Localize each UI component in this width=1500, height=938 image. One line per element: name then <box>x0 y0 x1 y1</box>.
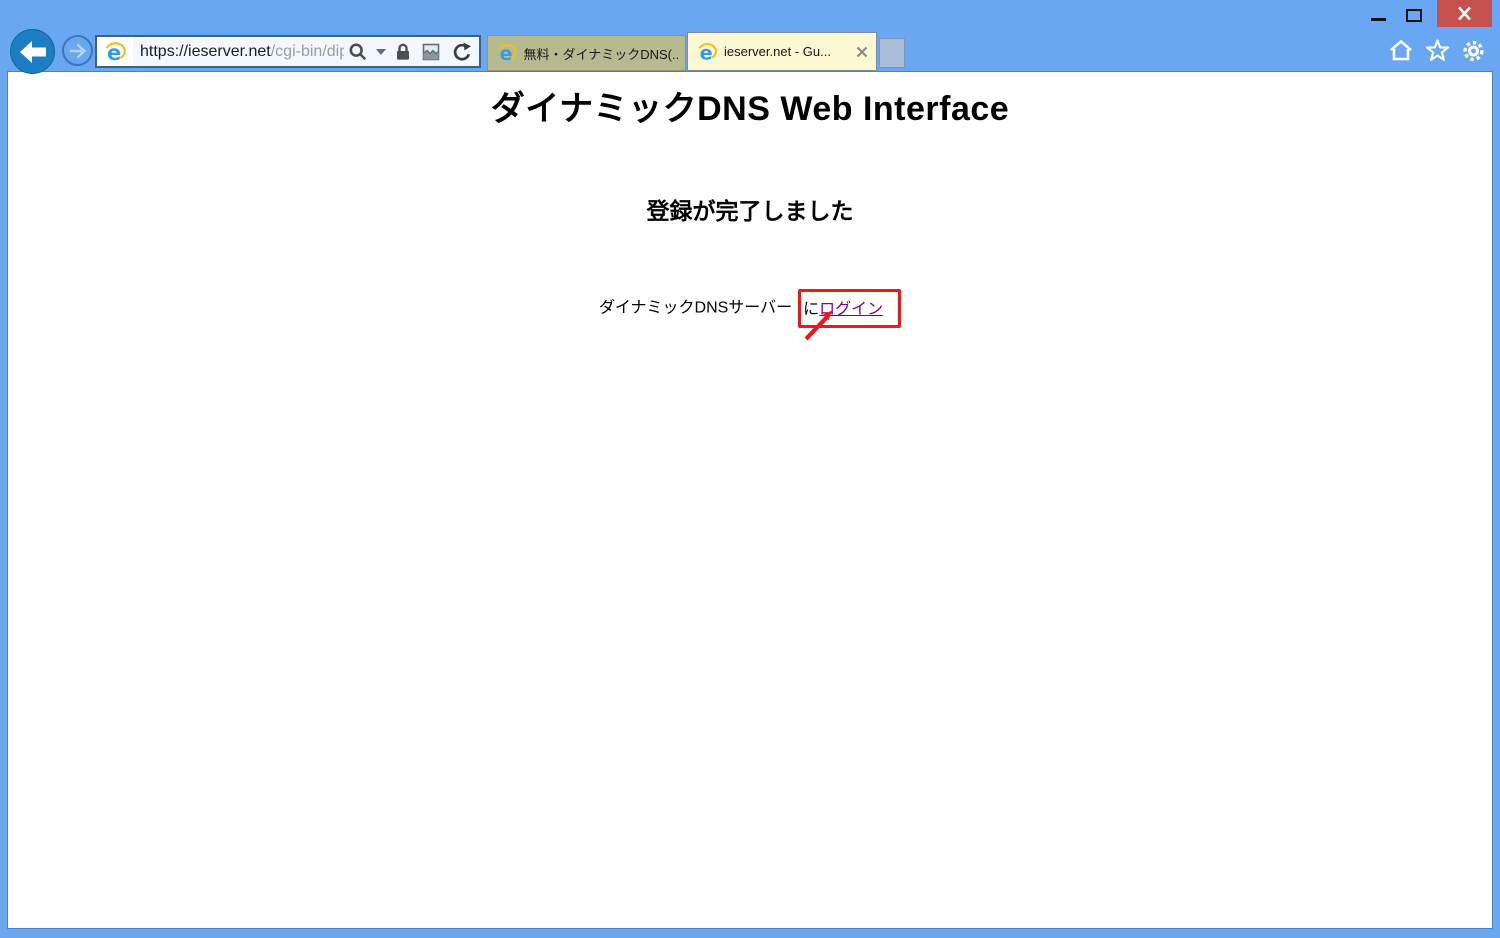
titlebar[interactable] <box>0 0 1500 30</box>
annotation-arrow-icon <box>798 289 858 349</box>
back-button[interactable] <box>10 29 55 74</box>
url-text[interactable]: https://ieserver.net/cgi-bin/dip <box>133 43 344 61</box>
url-domain: https://ieserver.net <box>140 43 271 60</box>
minimize-icon <box>1371 18 1386 21</box>
close-button[interactable] <box>1437 0 1492 27</box>
tab-free-dynamic-dns[interactable]: e 無料・ダイナミックDNS(... <box>487 35 686 71</box>
address-bar[interactable]: e https://ieserver.net/cgi-bin/dip <box>95 35 481 68</box>
new-tab-button[interactable] <box>879 38 905 68</box>
search-dropdown-caret-icon[interactable] <box>376 49 386 55</box>
address-favicon: e <box>97 37 133 66</box>
navigation-toolbar: e https://ieserver.net/cgi-bin/dip <box>0 30 1500 72</box>
search-icon[interactable] <box>348 42 368 62</box>
lock-icon <box>394 42 412 62</box>
tab-ieserver-net[interactable]: e ieserver.net - Gu... <box>687 32 877 71</box>
tab-close-button[interactable] <box>852 42 872 62</box>
refresh-icon[interactable] <box>450 41 472 63</box>
particle-text: に <box>803 301 819 318</box>
maximize-icon <box>1406 9 1422 22</box>
favorites-star-icon[interactable] <box>1425 39 1450 63</box>
tab-title: 無料・ダイナミックDNS(... <box>517 44 679 63</box>
ie-logo-icon: e <box>496 42 517 64</box>
login-link[interactable]: ログイン <box>819 301 883 318</box>
annotation-box: にログイン <box>798 289 901 328</box>
toolbar-right-icons <box>1388 38 1486 63</box>
back-arrow-icon <box>18 39 48 65</box>
close-icon <box>1456 6 1473 21</box>
minimize-button[interactable] <box>1362 0 1394 27</box>
settings-gear-icon[interactable] <box>1461 39 1486 63</box>
address-bar-icons <box>344 41 479 63</box>
ie-logo-icon: e <box>103 40 127 64</box>
status-message: 登録が完了しました <box>8 192 1492 226</box>
close-icon <box>855 45 869 59</box>
maximize-button[interactable] <box>1398 0 1430 27</box>
url-path: /cgi-bin/dip <box>271 43 344 60</box>
page-content: ダイナミックDNS Web Interface 登録が完了しました ダイナミック… <box>8 72 1492 928</box>
login-line-prefix: ダイナミックDNSサーバー <box>599 300 792 317</box>
ie-logo-icon: e <box>696 41 718 63</box>
tab-title: ieserver.net - Gu... <box>718 44 852 59</box>
compatibility-view-icon[interactable] <box>420 42 442 62</box>
page-title: ダイナミックDNS Web Interface <box>8 81 1492 130</box>
login-line: ダイナミックDNSサーバーにログイン <box>8 289 1492 328</box>
browser-window: e https://ieserver.net/cgi-bin/dip <box>0 0 1500 938</box>
forward-arrow-icon <box>67 41 89 61</box>
forward-button[interactable] <box>62 35 93 66</box>
home-icon[interactable] <box>1388 38 1414 63</box>
